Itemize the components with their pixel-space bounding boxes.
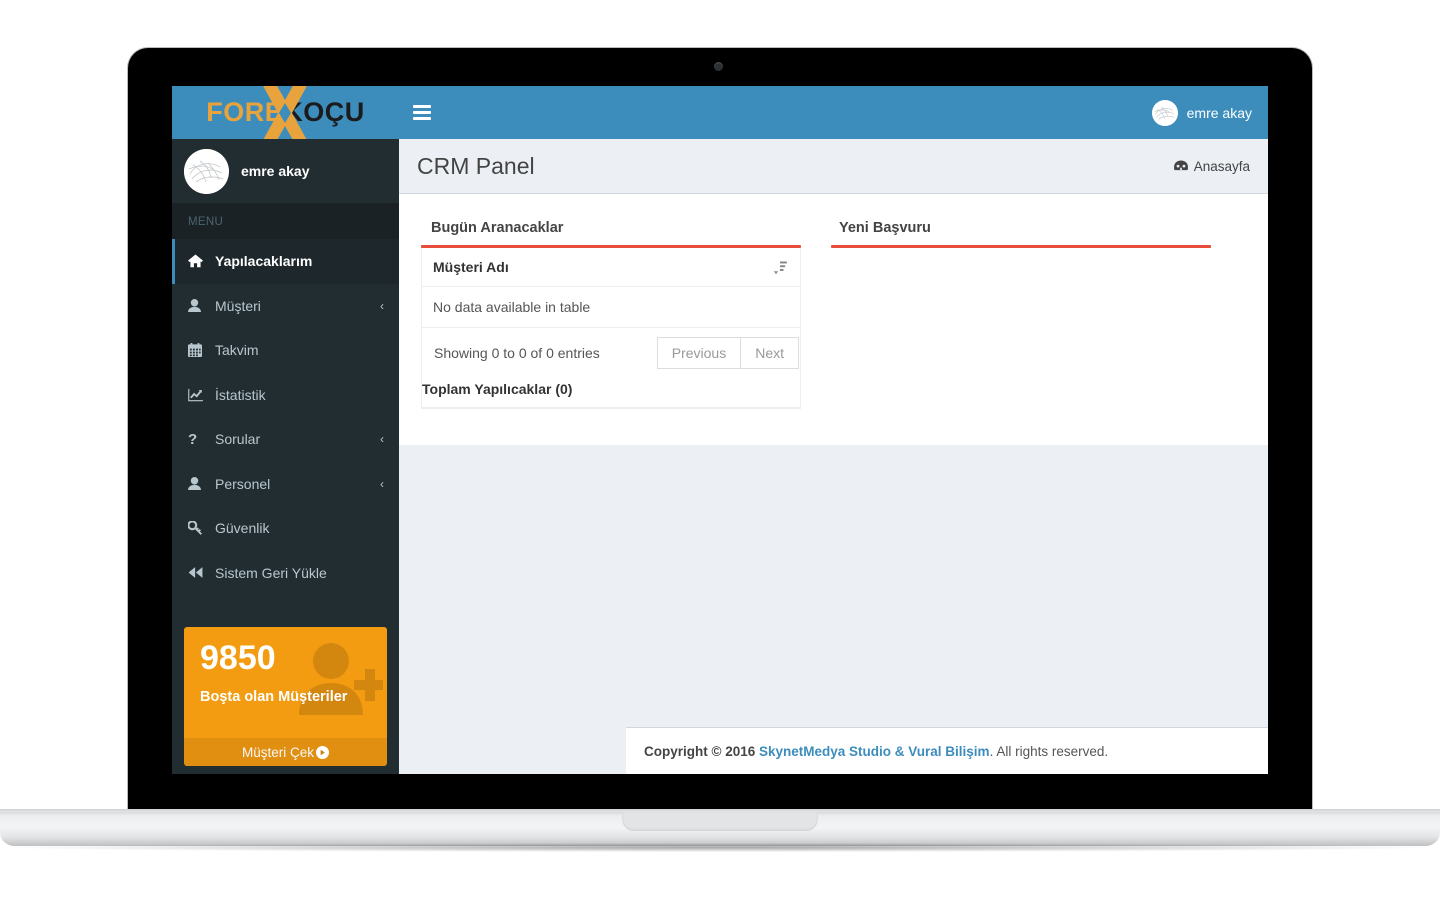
topbar-user-name: emre akay [1186, 104, 1252, 121]
key-icon [188, 521, 210, 536]
arrow-circle-right-icon [316, 745, 329, 759]
previous-button[interactable]: Previous [656, 337, 742, 369]
sidebar-item-sorular[interactable]: ? Sorular ‹ [172, 417, 399, 462]
user-icon [188, 298, 210, 313]
panel-title: Bugün Aranacaklar [431, 220, 564, 236]
sidebar-item-label: İstatistik [215, 386, 266, 403]
sidebar-item-label: Personel [215, 475, 271, 492]
hamburger-icon[interactable] [411, 102, 433, 124]
sidebar-item-label: Güvenlik [215, 520, 270, 537]
sidebar-user-panel[interactable]: emre akay [172, 139, 399, 204]
panel-title: Yeni Başvuru [839, 220, 931, 236]
chevron-left-icon: ‹ [380, 476, 384, 491]
x-mark-icon [263, 86, 307, 139]
sidebar-item-takvim[interactable]: Takvim [172, 328, 399, 373]
dashboard-icon [1173, 160, 1188, 172]
avatar [1151, 99, 1178, 126]
table-column-header-label: Müşteri Adı [433, 259, 509, 275]
sidebar-item-label: Sistem Geri Yükle [215, 564, 327, 581]
table-column-header[interactable]: Müşteri Adı [422, 248, 800, 287]
footer-copyright-prefix: Copyright © 2016 [644, 743, 756, 759]
avatar [184, 148, 229, 194]
panel-bugun-aranacaklar: Bugün Aranacaklar Müşteri Adı No data av… [421, 216, 801, 409]
footer: Copyright © 2016 SkynetMedya Studio & Vu… [626, 727, 1268, 774]
screen: FOREKOÇU emre akay MENU Yapılacaklarım M… [172, 86, 1268, 774]
breadcrumb[interactable]: Anasayfa [1173, 158, 1250, 174]
promo-button-label: Müşteri Çek [241, 744, 314, 760]
sidebar-item-label: Sorular [215, 431, 261, 448]
user-icon [188, 476, 210, 491]
table-empty-message: No data available in table [422, 287, 800, 328]
user-plus-icon [299, 643, 383, 715]
question-icon: ? [188, 430, 198, 448]
promo-label: Boşta olan Müşteriler [200, 689, 348, 705]
chevron-left-icon: ‹ [380, 298, 384, 313]
content-area: emre akay CRM Panel Anasayfa Bugün Arana… [399, 86, 1268, 774]
sidebar-item-label: Yapılacaklarım [215, 253, 313, 270]
footer-copyright: Copyright © 2016 SkynetMedya Studio & Vu… [644, 744, 1108, 759]
sidebar: FOREKOÇU emre akay MENU Yapılacaklarım M… [172, 86, 399, 774]
chart-line-icon [188, 388, 210, 402]
promo-number: 9850 [200, 639, 276, 677]
panel-empty-body [831, 248, 1211, 408]
topbar-user-menu[interactable]: emre akay [1151, 99, 1252, 126]
sort-amount-desc-icon[interactable] [773, 260, 788, 275]
table-footer: Showing 0 to 0 of 0 entries Previous Nex… [423, 328, 799, 378]
menu-section-header: MENU [172, 204, 399, 239]
content-body: Bugün Aranacaklar Müşteri Adı No data av… [399, 194, 1268, 445]
breadcrumb-label: Anasayfa [1193, 158, 1250, 174]
sidebar-item-istatistik[interactable]: İstatistik [172, 373, 399, 418]
sidebar-item-label: Takvim [215, 342, 259, 359]
sidebar-item-label: Müşteri [215, 297, 261, 314]
app-logo[interactable]: FOREKOÇU [172, 86, 399, 139]
promo-widget[interactable]: 9850 Boşta olan Müşteriler Müşteri Çek [184, 627, 387, 766]
sidebar-nav: Yapılacaklarım Müşteri ‹ Takvim İstatist… [172, 239, 399, 595]
sidebar-item-yapilacaklarim[interactable]: Yapılacaklarım [172, 239, 399, 284]
sidebar-item-personel[interactable]: Personel ‹ [172, 462, 399, 507]
laptop-mockup: FOREKOÇU emre akay MENU Yapılacaklarım M… [0, 0, 1440, 900]
panel-box: Müşteri Adı No data available in table S… [421, 248, 801, 409]
panel-row: Bugün Aranacaklar Müşteri Adı No data av… [421, 216, 1246, 409]
page-header: CRM Panel Anasayfa [399, 139, 1268, 194]
laptop-shadow [10, 843, 1430, 852]
sidebar-item-guvenlik[interactable]: Güvenlik [172, 506, 399, 551]
sidebar-item-sistem-geri-yukle[interactable]: Sistem Geri Yükle [172, 551, 399, 596]
sidebar-item-musteri[interactable]: Müşteri ‹ [172, 284, 399, 329]
next-button[interactable]: Next [741, 337, 799, 369]
home-icon [188, 254, 210, 268]
webcam-icon [714, 62, 723, 71]
sidebar-user-name: emre akay [241, 163, 310, 179]
footer-rights: . All rights reserved. [989, 743, 1109, 759]
laptop-notch [622, 812, 818, 831]
calendar-icon [188, 343, 210, 358]
chevron-left-icon: ‹ [380, 432, 384, 447]
entries-info: Showing 0 to 0 of 0 entries [434, 345, 600, 361]
topbar: emre akay [399, 86, 1268, 139]
backward-icon [188, 566, 210, 579]
panel-total-label: Toplam Yapılıcaklar (0) [422, 378, 800, 408]
footer-link[interactable]: SkynetMedya Studio & Vural Bilişim [759, 744, 990, 759]
page-title: CRM Panel [417, 152, 535, 179]
promo-action-button[interactable]: Müşteri Çek [184, 738, 387, 766]
panel-yeni-basvuru: Yeni Başvuru [831, 216, 1211, 409]
pagination: Previous Next [656, 337, 799, 369]
